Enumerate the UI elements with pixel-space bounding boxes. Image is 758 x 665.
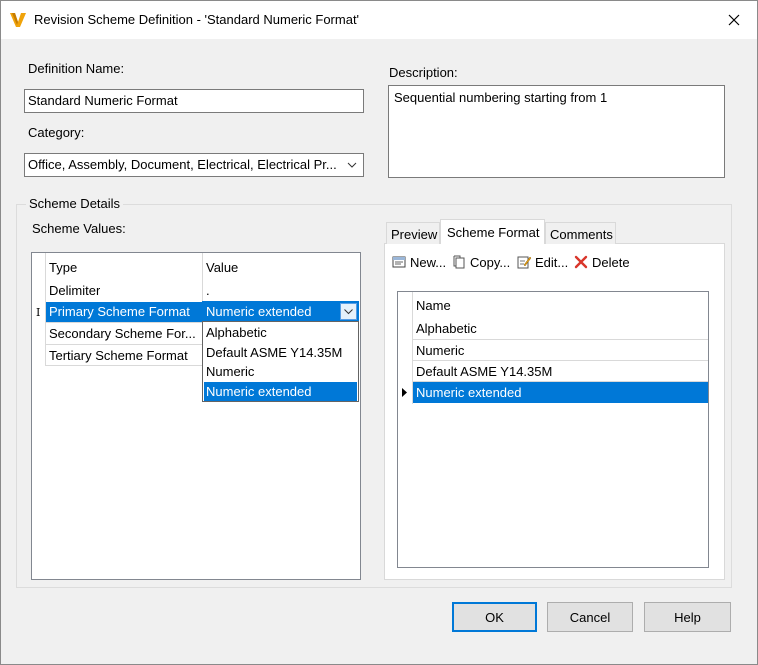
tab-preview[interactable]: Preview <box>386 222 440 244</box>
dialog-window: Revision Scheme Definition - 'Standard N… <box>0 0 758 665</box>
copy-icon <box>453 255 465 269</box>
tab-comments[interactable]: Comments <box>545 222 616 244</box>
category-label: Category: <box>28 125 85 140</box>
chevron-down-icon <box>347 162 357 168</box>
delete-label: Delete <box>592 254 630 270</box>
column-header-value[interactable]: Value <box>206 260 238 275</box>
new-icon <box>392 256 406 268</box>
primary-scheme-dropdown-button[interactable] <box>340 303 357 320</box>
scheme-values-label: Scheme Values: <box>32 221 126 236</box>
category-combobox[interactable]: Office, Assembly, Document, Electrical, … <box>24 153 364 177</box>
tab-scheme-format[interactable]: Scheme Format <box>440 219 545 244</box>
primary-scheme-value: Numeric extended <box>206 304 312 319</box>
format-list-item[interactable]: Numeric <box>416 343 464 358</box>
edit-icon <box>517 256 532 269</box>
column-header-name[interactable]: Name <box>416 298 451 313</box>
edit-label: Edit... <box>535 254 569 270</box>
format-list-item[interactable]: Alphabetic <box>416 321 477 336</box>
row-delimiter-value[interactable]: . <box>206 283 210 298</box>
close-icon <box>728 14 740 26</box>
dropdown-option[interactable]: Default ASME Y14.35M <box>204 343 357 363</box>
cancel-button[interactable]: Cancel <box>547 602 633 632</box>
row-pointer-icon <box>402 388 407 397</box>
chevron-down-icon <box>344 308 353 314</box>
window-title: Revision Scheme Definition - 'Standard N… <box>34 12 360 27</box>
ok-button[interactable]: OK <box>452 602 537 632</box>
copy-button[interactable]: Copy... <box>451 254 510 270</box>
row-primary-scheme-type[interactable]: Primary Scheme Format <box>46 302 202 322</box>
scheme-details-label: Scheme Details <box>26 196 124 211</box>
description-label: Description: <box>389 65 458 80</box>
row-edit-marker: I <box>36 306 41 319</box>
title-bar[interactable]: Revision Scheme Definition - 'Standard N… <box>1 1 757 39</box>
dropdown-option-selected[interactable]: Numeric extended <box>204 382 357 401</box>
copy-label: Copy... <box>470 254 511 270</box>
help-button[interactable]: Help <box>644 602 731 632</box>
format-list-item[interactable]: Default ASME Y14.35M <box>416 364 552 379</box>
new-button[interactable]: New... <box>391 254 446 270</box>
category-value: Office, Assembly, Document, Electrical, … <box>28 157 337 172</box>
close-button[interactable] <box>711 1 757 39</box>
row-secondary-scheme-type[interactable]: Secondary Scheme For... <box>49 326 199 341</box>
vault-app-icon <box>10 13 26 27</box>
delete-button[interactable]: Delete <box>573 254 630 270</box>
scheme-format-list[interactable]: Name Alphabetic Numeric Default ASME Y14… <box>397 291 709 568</box>
primary-scheme-value-combobox[interactable]: Numeric extended <box>202 301 359 322</box>
format-list-item-selected[interactable]: Numeric extended <box>413 382 708 403</box>
row-tertiary-scheme-type[interactable]: Tertiary Scheme Format <box>49 348 188 363</box>
dropdown-option[interactable]: Alphabetic <box>204 323 357 343</box>
definition-name-label: Definition Name: <box>28 61 125 76</box>
description-textarea[interactable]: Sequential numbering starting from 1 <box>388 85 725 178</box>
row-delimiter-type[interactable]: Delimiter <box>49 283 100 298</box>
edit-button[interactable]: Edit... <box>516 254 568 270</box>
new-label: New... <box>410 254 447 270</box>
column-header-type[interactable]: Type <box>49 260 77 275</box>
delete-icon <box>574 255 588 269</box>
dropdown-option[interactable]: Numeric <box>204 362 357 382</box>
definition-name-input[interactable]: Standard Numeric Format <box>24 89 364 113</box>
scheme-format-dropdown-list: Alphabetic Default ASME Y14.35M Numeric … <box>202 321 359 402</box>
